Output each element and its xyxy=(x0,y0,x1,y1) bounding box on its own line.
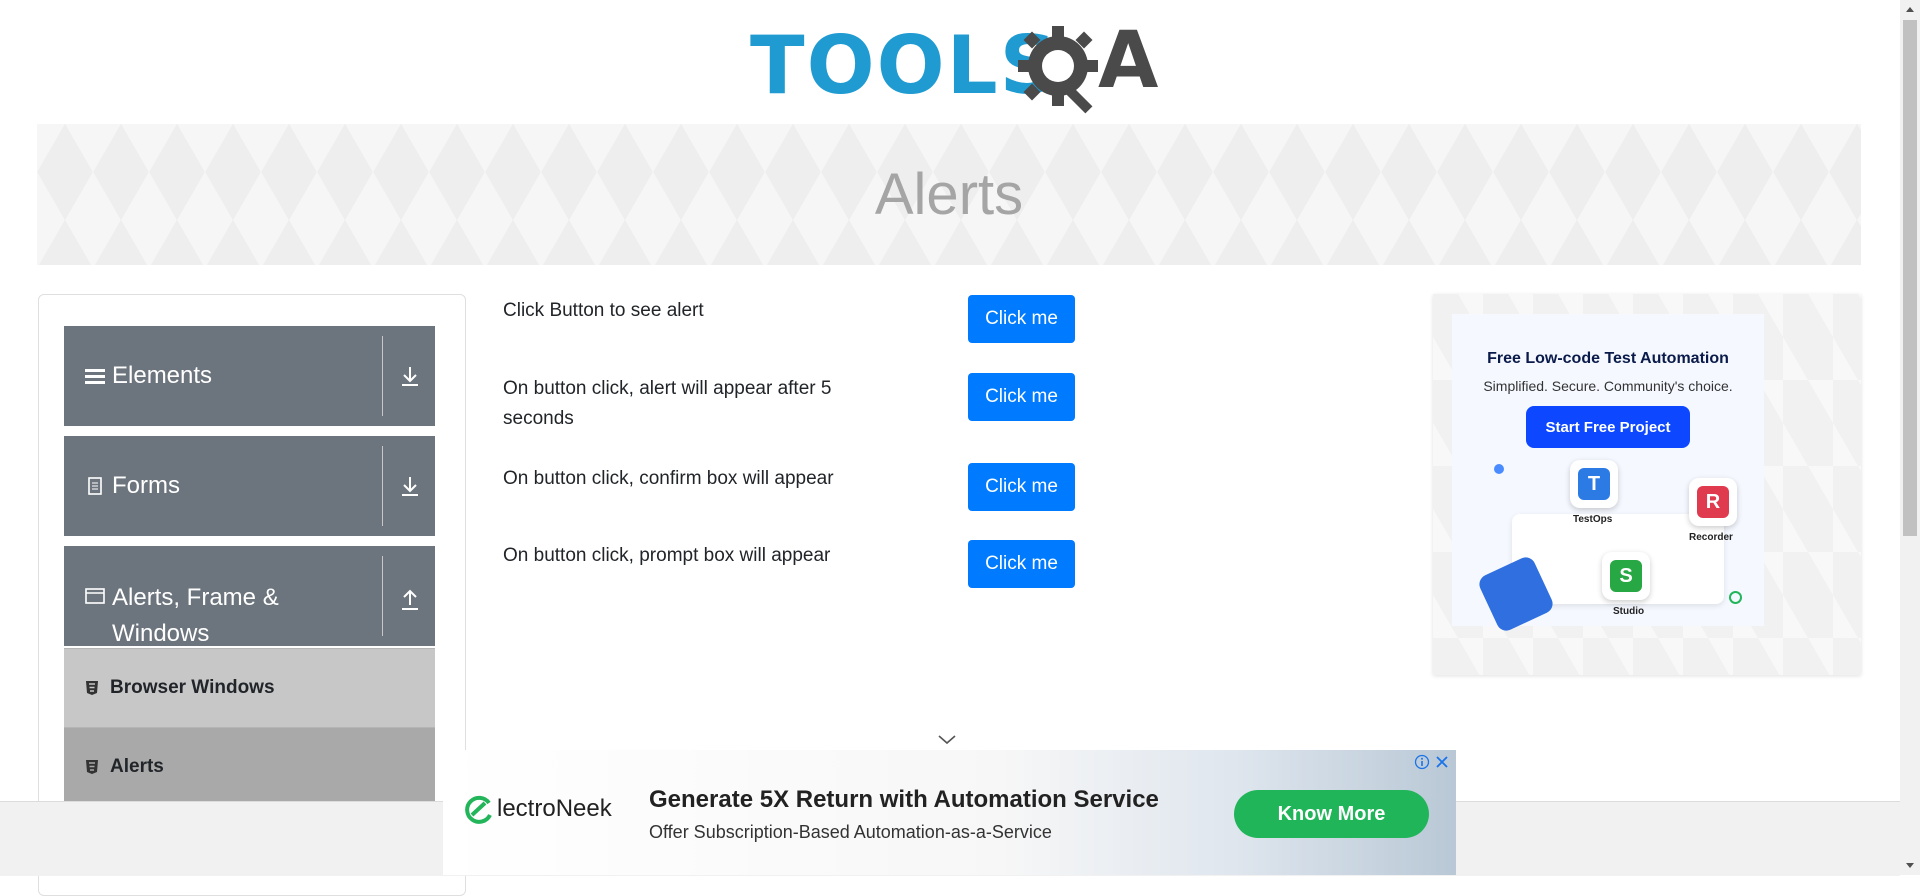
sidebar-item-label: Alerts xyxy=(110,756,164,777)
divider xyxy=(382,556,383,636)
chevron-down-icon[interactable] xyxy=(937,734,957,746)
upload-arrow-icon[interactable] xyxy=(399,588,421,612)
electroneek-e-icon xyxy=(465,795,492,824)
electroneek-logo: lectroNeek xyxy=(463,793,612,825)
sidebar-group-elements[interactable]: Elements xyxy=(64,326,435,426)
sidebar-group-forms[interactable]: Forms xyxy=(64,436,435,536)
recorder-app-icon: R xyxy=(1689,478,1737,526)
group-title: Elements xyxy=(84,362,212,390)
alert-button[interactable]: Click me xyxy=(968,295,1075,343)
timer-alert-row-label: On button click, alert will appear after… xyxy=(503,378,832,429)
divider xyxy=(382,336,383,416)
document-icon xyxy=(88,477,102,495)
page-banner: Alerts xyxy=(37,124,1861,265)
confirm-button[interactable]: Click me xyxy=(968,463,1075,511)
confirm-row-label: On button click, confirm box will appear xyxy=(503,468,834,489)
ad-cta-button[interactable]: Start Free Project xyxy=(1526,406,1690,448)
scroll-down-arrow-icon[interactable] xyxy=(1904,861,1916,871)
gear-magnifier-icon xyxy=(1018,26,1098,114)
prompt-button[interactable]: Click me xyxy=(968,540,1075,588)
scrollbar-thumb[interactable] xyxy=(1903,20,1917,536)
page-title: Alerts xyxy=(874,162,1024,227)
sidebar-item-browser-windows[interactable]: Browser Windows xyxy=(64,648,435,727)
group-label: Forms xyxy=(112,472,180,499)
sidebar-group-alerts-frame-windows[interactable]: Alerts, Frame & Windows xyxy=(64,546,435,647)
ad-subline: Offer Subscription-Based Automation-as-a… xyxy=(649,822,1052,842)
timer-alert-button[interactable]: Click me xyxy=(968,373,1075,421)
recorder-label: Recorder xyxy=(1689,532,1733,543)
sidebar-item-alerts[interactable]: Alerts xyxy=(64,727,435,806)
group-label: Alerts, Frame & Windows xyxy=(112,580,279,652)
ad-dot xyxy=(1494,464,1504,474)
info-icon[interactable] xyxy=(1414,754,1430,770)
testops-letter: T xyxy=(1578,468,1610,500)
alert-row-label: Click Button to see alert xyxy=(503,300,704,321)
group-title: Forms xyxy=(84,472,180,500)
studio-app-icon: S xyxy=(1602,552,1650,600)
group-label: Elements xyxy=(112,362,213,389)
group-label-line1: Alerts, Frame & xyxy=(112,584,279,611)
group-title: Alerts, Frame & Windows xyxy=(84,580,279,652)
html5-icon xyxy=(86,760,98,774)
ad-subtitle: Simplified. Secure. Community's choice. xyxy=(1483,378,1733,394)
studio-letter: S xyxy=(1610,560,1642,592)
right-advertisement[interactable]: Free Low-code Test Automation Simplified… xyxy=(1433,294,1861,675)
ad-ring xyxy=(1729,591,1742,604)
scroll-up-arrow-icon[interactable] xyxy=(1904,4,1916,14)
ad-title: Free Low-code Test Automation xyxy=(1487,350,1729,367)
logo-text-a: A xyxy=(1098,16,1159,106)
group-label-line2: Windows xyxy=(112,620,210,647)
bottom-advertisement[interactable]: lectroNeek Generate 5X Return with Autom… xyxy=(443,750,1456,875)
studio-label: Studio xyxy=(1613,606,1645,617)
download-arrow-icon[interactable] xyxy=(399,364,421,388)
divider xyxy=(382,446,383,526)
brand-text: lectroNeek xyxy=(497,795,612,822)
toolsqa-logo[interactable]: TOOLS A xyxy=(750,16,1159,114)
recorder-letter: R xyxy=(1697,486,1729,518)
vertical-scrollbar[interactable] xyxy=(1900,0,1920,875)
know-more-button[interactable]: Know More xyxy=(1234,790,1429,838)
html5-icon xyxy=(86,681,98,695)
prompt-row-label: On button click, prompt box will appear xyxy=(503,545,831,566)
testops-app-icon: T xyxy=(1570,460,1618,508)
ad-headline: Generate 5X Return with Automation Servi… xyxy=(649,786,1159,813)
close-icon[interactable] xyxy=(1434,754,1450,770)
testops-label: TestOps xyxy=(1573,514,1613,525)
window-icon xyxy=(85,588,105,604)
ad-creative[interactable]: Free Low-code Test Automation Simplified… xyxy=(1452,314,1764,634)
hamburger-icon xyxy=(85,369,105,384)
download-arrow-icon[interactable] xyxy=(399,474,421,498)
sidebar-item-label: Browser Windows xyxy=(110,677,275,698)
